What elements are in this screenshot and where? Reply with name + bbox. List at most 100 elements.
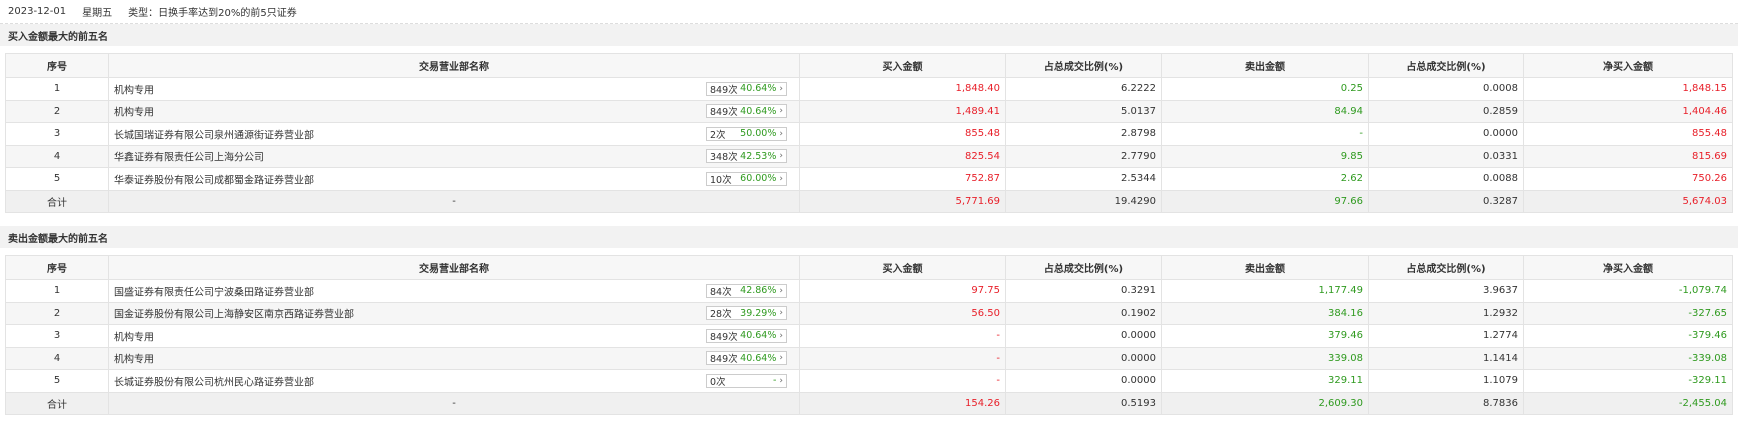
- table-row: 4 华鑫证券有限责任公司上海分公司 348次 42.53% › 825.54 2.7790 9…: [5, 144, 1733, 168]
- col-header-index: 序号: [5, 53, 109, 78]
- branch-cell: 国盛证券有限责任公司宁波桑田路证券营业部 84次 42.86% ›: [108, 279, 800, 303]
- branch-stats-dropdown[interactable]: 849次 40.64% ›: [706, 81, 787, 96]
- branch-name-link[interactable]: 机构专用: [114, 104, 154, 119]
- buy-ratio: 0.0000: [1005, 346, 1162, 370]
- chevron-right-icon: ›: [779, 330, 783, 341]
- branch-name-link[interactable]: 机构专用: [114, 351, 154, 366]
- buy-ratio: 0.0000: [1005, 324, 1162, 348]
- sell-amount: 1,177.49: [1161, 279, 1369, 303]
- total-row: 合计 -5,771.69 19.4290 97.66 0.3287 5,674.03: [5, 189, 1733, 213]
- row-index: 5: [5, 369, 109, 393]
- total-sell-ratio: 8.7836: [1368, 391, 1524, 415]
- buy-ratio: 2.7790: [1005, 144, 1162, 168]
- branch-cell: 长城国瑞证券有限公司泉州通源街证券营业部 2次 50.00% ›: [108, 122, 800, 146]
- branch-cell: 长城证券股份有限公司杭州民心路证券营业部 0次 - ›: [108, 369, 800, 393]
- buy-amount: 752.87: [799, 167, 1006, 191]
- col-header-net-buy: 净买入金额: [1523, 255, 1733, 280]
- net-buy-amount: -1,079.74: [1523, 279, 1733, 303]
- branch-name-link[interactable]: 机构专用: [114, 328, 154, 343]
- sell-ratio: 1.2774: [1368, 324, 1524, 348]
- appearance-count: 10次: [710, 174, 732, 186]
- branch-stats-dropdown[interactable]: 84次 42.86% ›: [706, 283, 787, 298]
- sell-section-title: 卖出金额最大的前五名: [0, 226, 1738, 248]
- buy-amount: 1,848.40: [799, 77, 1006, 101]
- chevron-right-icon: ›: [779, 128, 783, 139]
- sell-amount: 384.16: [1161, 301, 1369, 325]
- row-index: 1: [5, 279, 109, 303]
- branch-stats-dropdown[interactable]: 849次 40.64% ›: [706, 328, 787, 343]
- branch-name-link[interactable]: 国金证券股份有限公司上海静安区南京西路证券营业部: [114, 306, 354, 321]
- total-net-buy: 5,674.03: [1523, 189, 1733, 213]
- branch-stats-dropdown[interactable]: 348次 42.53% ›: [706, 149, 787, 164]
- branch-name-link[interactable]: 长城证券股份有限公司杭州民心路证券营业部: [114, 373, 314, 388]
- success-rate: 40.64%: [740, 83, 777, 95]
- total-buy-ratio: 0.5193: [1005, 391, 1162, 415]
- branch-name-link[interactable]: 机构专用: [114, 81, 154, 96]
- col-header-sell-ratio: 占总成交比例(%): [1368, 255, 1524, 280]
- branch-name-link[interactable]: 华泰证券股份有限公司成都蜀金路证券营业部: [114, 171, 314, 186]
- branch-stats-dropdown[interactable]: 2次 50.00% ›: [706, 126, 787, 141]
- success-rate: 40.64%: [740, 105, 777, 117]
- col-header-buy-amount: 买入金额: [799, 53, 1006, 78]
- chevron-right-icon: ›: [779, 375, 783, 386]
- buy-ratio: 0.3291: [1005, 279, 1162, 303]
- total-branch: -: [108, 189, 800, 213]
- row-index: 3: [5, 324, 109, 348]
- buy-ratio: 5.0137: [1005, 99, 1162, 123]
- row-index: 1: [5, 77, 109, 101]
- col-header-branch-name: 交易营业部名称: [108, 255, 800, 280]
- col-header-sell-amount: 卖出金额: [1161, 255, 1369, 280]
- success-rate: 42.86%: [740, 285, 777, 297]
- buy-amount: -: [799, 369, 1006, 393]
- row-index: 3: [5, 122, 109, 146]
- success-rate: 40.64%: [740, 352, 777, 364]
- buy-amount: 855.48: [799, 122, 1006, 146]
- sell-ratio: 1.2932: [1368, 301, 1524, 325]
- chevron-right-icon: ›: [779, 285, 783, 296]
- branch-name-link[interactable]: 国盛证券有限责任公司宁波桑田路证券营业部: [114, 283, 314, 298]
- sell-ratio: 0.0008: [1368, 77, 1524, 101]
- row-index: 2: [5, 99, 109, 123]
- col-header-buy-amount: 买入金额: [799, 255, 1006, 280]
- row-index: 4: [5, 144, 109, 168]
- row-index: 4: [5, 346, 109, 370]
- net-buy-amount: 1,404.46: [1523, 99, 1733, 123]
- net-buy-amount: -339.08: [1523, 346, 1733, 370]
- table-row: 5 华泰证券股份有限公司成都蜀金路证券营业部 10次 60.00% › 752.87 2.5…: [5, 167, 1733, 191]
- branch-stats-dropdown[interactable]: 10次 60.00% ›: [706, 171, 787, 186]
- branch-cell: 华泰证券股份有限公司成都蜀金路证券营业部 10次 60.00% ›: [108, 167, 800, 191]
- sell-amount: 9.85: [1161, 144, 1369, 168]
- branch-stats-dropdown[interactable]: 28次 39.29% ›: [706, 306, 787, 321]
- sell-amount: 84.94: [1161, 99, 1369, 123]
- appearance-count: 28次: [710, 309, 732, 321]
- net-buy-amount: 1,848.15: [1523, 77, 1733, 101]
- branch-name-link[interactable]: 华鑫证券有限责任公司上海分公司: [114, 149, 264, 164]
- col-header-buy-ratio: 占总成交比例(%): [1005, 53, 1162, 78]
- chevron-right-icon: ›: [779, 106, 783, 117]
- branch-stats-dropdown[interactable]: 849次 40.64% ›: [706, 104, 787, 119]
- success-rate: 39.29%: [740, 307, 777, 319]
- appearance-count: 849次: [710, 354, 738, 366]
- sell-amount: 329.11: [1161, 369, 1369, 393]
- buy-section-title: 买入金额最大的前五名: [0, 24, 1738, 46]
- table-row: 5 长城证券股份有限公司杭州民心路证券营业部 0次 - › -0.0000 329.11 1.…: [5, 369, 1733, 393]
- sell-amount: 339.08: [1161, 346, 1369, 370]
- col-header-index: 序号: [5, 255, 109, 280]
- branch-stats-dropdown[interactable]: 849次 40.64% ›: [706, 351, 787, 366]
- buy-ratio: 0.0000: [1005, 369, 1162, 393]
- branch-stats-dropdown[interactable]: 0次 - ›: [706, 373, 787, 388]
- appearance-count: 0次: [710, 376, 726, 388]
- buy-amount: 825.54: [799, 144, 1006, 168]
- total-label: 合计: [5, 189, 109, 213]
- chevron-right-icon: ›: [779, 308, 783, 319]
- net-buy-amount: -379.46: [1523, 324, 1733, 348]
- branch-name-link[interactable]: 长城国瑞证券有限公司泉州通源街证券营业部: [114, 126, 314, 141]
- branch-cell: 国金证券股份有限公司上海静安区南京西路证券营业部 28次 39.29% ›: [108, 301, 800, 325]
- total-sell-ratio: 0.3287: [1368, 189, 1524, 213]
- col-header-branch-name: 交易营业部名称: [108, 53, 800, 78]
- sell-ratio: 0.0331: [1368, 144, 1524, 168]
- appearance-count: 84次: [710, 286, 732, 298]
- branch-cell: 机构专用 849次 40.64% ›: [108, 346, 800, 370]
- buy-table: 序号 交易营业部名称 买入金额 占总成交比例(%) 卖出金额 占总成交比例(%)…: [5, 53, 1733, 213]
- branch-cell: 机构专用 849次 40.64% ›: [108, 99, 800, 123]
